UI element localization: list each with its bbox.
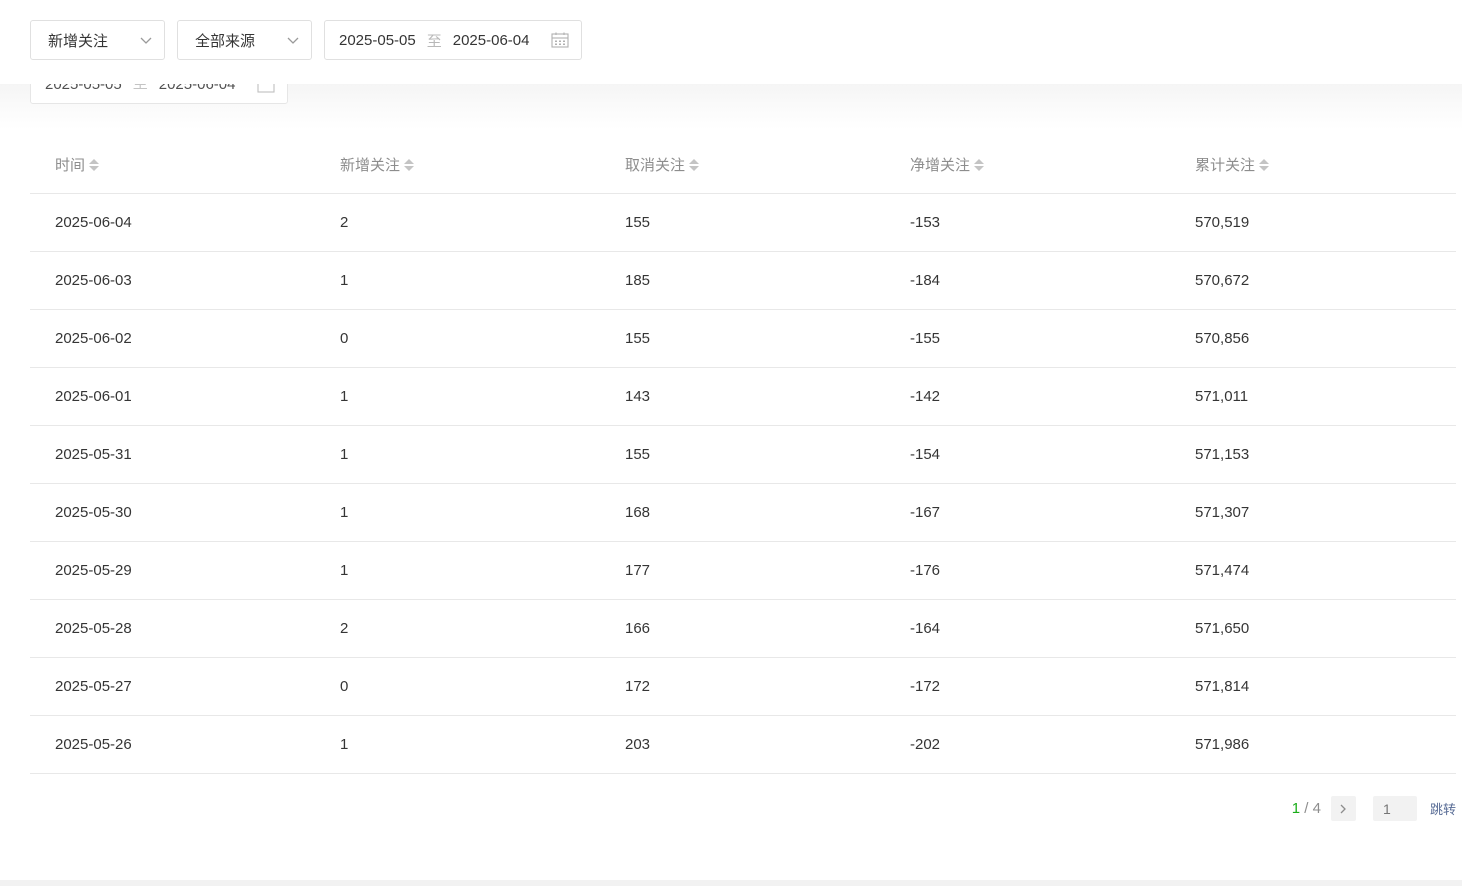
table-row: 2025-05-29 1 177 -176 571,474: [30, 542, 1456, 600]
bottom-divider: [0, 880, 1462, 886]
cell-total: 571,153: [1195, 446, 1250, 463]
cell-total: 571,474: [1195, 562, 1250, 579]
header-label: 累计关注: [1195, 157, 1256, 174]
cell-total: 570,856: [1195, 330, 1250, 347]
cell-net: -176: [910, 562, 941, 579]
chevron-down-icon: [287, 37, 299, 44]
cell-total: 571,011: [1195, 388, 1249, 405]
header-unfollows[interactable]: 取消关注: [600, 154, 885, 175]
cell-new: 1: [340, 272, 349, 289]
table-row: 2025-05-31 1 155 -154 571,153: [30, 426, 1456, 484]
cell-new: 1: [340, 504, 349, 521]
cell-time: 2025-05-30: [55, 504, 132, 521]
table-row: 2025-05-27 0 172 -172 571,814: [30, 658, 1456, 716]
cell-new: 2: [340, 214, 349, 231]
cell-time: 2025-05-26: [55, 736, 132, 753]
cell-unfollow: 143: [625, 388, 651, 405]
cell-time: 2025-06-01: [55, 388, 132, 405]
date-range-picker[interactable]: 2025-05-05 至 2025-06-04: [324, 20, 582, 60]
date-start[interactable]: 2025-05-05: [339, 32, 416, 49]
page-jump-button[interactable]: 跳转: [1430, 799, 1456, 818]
chevron-down-icon: [140, 37, 152, 44]
cell-new: 0: [340, 678, 349, 695]
cell-new: 1: [340, 562, 349, 579]
header-label: 取消关注: [625, 157, 686, 174]
page-separator: /: [1300, 800, 1313, 817]
cell-new: 2: [340, 620, 349, 637]
cell-net: -164: [910, 620, 941, 637]
calendar-icon[interactable]: [551, 32, 569, 48]
cell-net: -167: [910, 504, 941, 521]
cell-unfollow: 155: [625, 214, 651, 231]
cell-new: 1: [340, 388, 349, 405]
table-row: 2025-06-03 1 185 -184 570,672: [30, 252, 1456, 310]
date-end[interactable]: 2025-06-04: [453, 32, 530, 49]
table-row: 2025-05-30 1 168 -167 571,307: [30, 484, 1456, 542]
sort-icon[interactable]: [404, 158, 415, 171]
header-new-follows[interactable]: 新增关注: [315, 154, 600, 175]
table-row: 2025-06-04 2 155 -153 570,519: [30, 194, 1456, 252]
cell-new: 0: [340, 330, 349, 347]
type-select[interactable]: 新增关注: [30, 20, 165, 60]
total-pages: 4: [1312, 800, 1321, 817]
cell-time: 2025-06-02: [55, 330, 132, 347]
header-label: 时间: [55, 157, 86, 174]
cell-net: -184: [910, 272, 941, 289]
pagination: 1 / 4 跳转: [1292, 796, 1456, 821]
cell-net: -155: [910, 330, 941, 347]
source-select-value: 全部来源: [195, 32, 256, 50]
header-time[interactable]: 时间: [30, 154, 315, 175]
cell-new: 1: [340, 446, 349, 463]
type-select-value: 新增关注: [48, 32, 109, 50]
chevron-right-icon: [1341, 804, 1347, 813]
page-indicator: 1 / 4: [1292, 800, 1321, 817]
cell-net: -154: [910, 446, 941, 463]
cell-unfollow: 155: [625, 446, 651, 463]
current-page: 1: [1291, 800, 1301, 817]
cell-total: 571,986: [1195, 736, 1250, 753]
cell-time: 2025-06-03: [55, 272, 132, 289]
sort-icon[interactable]: [1259, 158, 1270, 171]
cell-total: 571,814: [1195, 678, 1250, 695]
next-page-button[interactable]: [1330, 796, 1356, 821]
followers-table: 时间 新增关注 取消关注 净增关注 累计关注 2025-06-04 2 155 …: [30, 136, 1456, 774]
header-total-follows[interactable]: 累计关注: [1170, 154, 1456, 175]
cell-time: 2025-06-04: [55, 214, 132, 231]
cell-unfollow: 203: [625, 736, 651, 753]
cell-unfollow: 155: [625, 330, 651, 347]
filter-bar: 新增关注 全部来源 2025-05-05 至 2025-06-04: [0, 0, 1462, 84]
header-net-follows[interactable]: 净增关注: [885, 154, 1170, 175]
cell-unfollow: 172: [625, 678, 651, 695]
cell-total: 570,672: [1195, 272, 1250, 289]
sort-icon[interactable]: [974, 158, 985, 171]
table-row: 2025-06-01 1 143 -142 571,011: [30, 368, 1456, 426]
sort-icon[interactable]: [89, 158, 100, 171]
cell-unfollow: 177: [625, 562, 651, 579]
cell-time: 2025-05-29: [55, 562, 132, 579]
sort-icon[interactable]: [689, 158, 700, 171]
cell-time: 2025-05-27: [55, 678, 132, 695]
page-jump-input[interactable]: [1372, 796, 1417, 821]
cell-net: -142: [910, 388, 941, 405]
cell-new: 1: [340, 736, 349, 753]
table-row: 2025-06-02 0 155 -155 570,856: [30, 310, 1456, 368]
cell-total: 571,307: [1195, 504, 1250, 521]
cell-unfollow: 168: [625, 504, 651, 521]
cell-unfollow: 185: [625, 272, 651, 289]
header-label: 净增关注: [910, 157, 971, 174]
cell-net: -172: [910, 678, 941, 695]
header-label: 新增关注: [340, 157, 401, 174]
cell-total: 571,650: [1195, 620, 1250, 637]
table-row: 2025-05-28 2 166 -164 571,650: [30, 600, 1456, 658]
cell-time: 2025-05-28: [55, 620, 132, 637]
cell-net: -153: [910, 214, 941, 231]
date-separator: 至: [426, 32, 442, 50]
cell-net: -202: [910, 736, 941, 753]
cell-unfollow: 166: [625, 620, 651, 637]
cell-time: 2025-05-31: [55, 446, 132, 463]
table-header: 时间 新增关注 取消关注 净增关注 累计关注: [30, 136, 1456, 194]
cell-total: 570,519: [1195, 214, 1250, 231]
table-row: 2025-05-26 1 203 -202 571,986: [30, 716, 1456, 774]
source-select[interactable]: 全部来源: [177, 20, 312, 60]
